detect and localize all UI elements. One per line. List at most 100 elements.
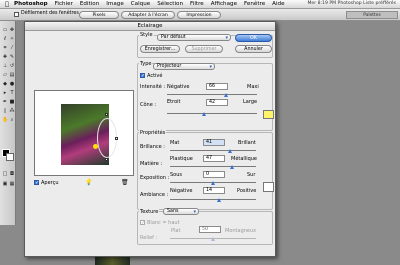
brush-tool-icon[interactable]: ✎ (9, 54, 15, 60)
standard-mode-icon[interactable]: □ (2, 171, 8, 177)
material-min-label: Plastique (170, 156, 193, 162)
delete-button: Supprimer (185, 45, 223, 53)
dodge-tool-icon[interactable]: ● (9, 81, 15, 87)
gloss-min-label: Mat (170, 140, 180, 146)
eraser-tool-icon[interactable]: ▱ (2, 72, 8, 78)
scroll-all-windows-checkbox[interactable] (14, 12, 19, 17)
gloss-field[interactable]: 41 (203, 139, 225, 146)
slice-tool-icon[interactable]: ⁄ (9, 45, 15, 51)
hand-tool-icon[interactable]: ✋ (2, 117, 8, 123)
type-tool-icon[interactable]: T (9, 90, 15, 96)
ambience-slider-knob[interactable] (216, 198, 221, 202)
menu-selection[interactable]: Sélection (157, 1, 183, 7)
move-tool-icon[interactable]: ✥ (9, 27, 15, 33)
ellipse-handle-bottom[interactable] (105, 158, 108, 161)
intensity-min-label: Négative (167, 84, 190, 90)
gradient-tool-icon[interactable]: ▤ (9, 72, 15, 78)
blur-tool-icon[interactable]: ◆ (2, 81, 8, 87)
options-bar: Défilement des fenêtres Pixels Adapter à… (0, 9, 400, 21)
preview-checkbox[interactable]: ✓ (34, 180, 39, 186)
material-label: Matière : (140, 161, 163, 167)
marquee-tool-icon[interactable]: ▭ (2, 27, 8, 33)
healing-tool-icon[interactable]: ✚ (2, 54, 8, 60)
style-label: Style (139, 32, 154, 38)
material-field[interactable]: 47 (203, 155, 225, 162)
menu-fenetre[interactable]: Fenêtre (244, 1, 265, 7)
gloss-slider-knob[interactable] (227, 149, 232, 153)
exposure-max-label: Sur (247, 172, 256, 178)
actual-pixels-button[interactable]: Pixels (79, 11, 119, 19)
ellipse-handle-side[interactable] (115, 137, 118, 140)
spotlight-ellipse[interactable] (97, 118, 117, 158)
menu-fichier[interactable]: Fichier (55, 1, 73, 7)
light-color-swatch[interactable] (263, 110, 274, 119)
trash-icon[interactable]: 🗑 (121, 179, 129, 186)
cone-field[interactable]: 42 (206, 99, 228, 106)
cone-slider-knob[interactable] (202, 112, 207, 116)
menu-affichage[interactable]: Affichage (211, 1, 237, 7)
exposure-label: Exposition : (140, 175, 170, 181)
material-slider-knob[interactable] (230, 165, 235, 169)
relief-field: 50 (199, 226, 221, 233)
menu-photoshop[interactable]: Photoshop (14, 1, 48, 7)
material-color-swatch[interactable] (263, 182, 274, 192)
apple-icon[interactable]:  (0, 1, 14, 8)
menu-filtre[interactable]: Filtre (190, 1, 204, 7)
ok-button[interactable]: OK (235, 34, 272, 42)
ambience-label: Ambiance : (140, 192, 169, 198)
notes-tool-icon[interactable]: ▯ (2, 108, 8, 114)
gloss-slider-track[interactable] (170, 150, 256, 151)
palette-well[interactable]: Palettes (346, 11, 398, 19)
light-on-checkbox[interactable]: ✓ (140, 73, 145, 79)
exposure-slider-knob[interactable] (210, 181, 215, 185)
light-bulb-icon[interactable]: 💡 (85, 179, 92, 186)
light-type-select[interactable]: Projecteur (153, 63, 215, 70)
crop-tool-icon[interactable]: ⌗ (2, 45, 8, 51)
cone-slider-track[interactable] (167, 113, 257, 114)
menubar-status: Mer 8:19 PM Photoshop Liste préfférés (307, 1, 396, 6)
shape-tool-icon[interactable]: ■ (9, 99, 15, 105)
texture-value: Sans (167, 209, 179, 214)
cone-label: Cône : (140, 102, 157, 108)
ambience-max-label: Positive (237, 188, 257, 194)
style-select[interactable]: Par défaut (157, 34, 231, 41)
texture-select[interactable]: Sans (163, 208, 199, 215)
background-color-swatch[interactable] (6, 153, 14, 161)
save-button[interactable]: Enregistrer... (140, 45, 180, 53)
pen-tool-icon[interactable]: ✒ (2, 99, 8, 105)
fit-screen-button[interactable]: Adapter à l'écran (121, 11, 175, 19)
intensity-max-label: Maxi (247, 84, 259, 90)
stamp-tool-icon[interactable]: ⊥ (2, 63, 8, 69)
ambience-slider-track[interactable] (170, 199, 256, 200)
path-select-tool-icon[interactable]: ▸ (2, 90, 8, 96)
history-brush-tool-icon[interactable]: ↺ (9, 63, 15, 69)
ambience-field[interactable]: 14 (203, 187, 225, 194)
eyedropper-tool-icon[interactable]: ⁂ (9, 108, 15, 114)
magic-wand-tool-icon[interactable]: ✧ (9, 36, 15, 42)
print-size-button[interactable]: Impression (177, 11, 221, 19)
lasso-tool-icon[interactable]: ℓ (2, 36, 8, 42)
intensity-slider-knob[interactable] (223, 93, 228, 97)
preview-pane[interactable] (34, 90, 134, 176)
ellipse-handle-top[interactable] (105, 113, 108, 116)
menu-edition[interactable]: Edition (80, 1, 99, 7)
relief-max-label: Montagneux (225, 228, 257, 234)
menu-calque[interactable]: Calque (131, 1, 150, 7)
intensity-field[interactable]: 66 (206, 83, 228, 90)
gloss-max-label: Brillant (238, 140, 256, 146)
cone-max-label: Large (243, 99, 258, 105)
ambience-min-label: Négative (170, 188, 193, 194)
zoom-tool-icon[interactable]: ⌕ (9, 117, 15, 123)
white-is-high-checkbox: ✓ (140, 220, 146, 226)
material-slider-track[interactable] (170, 166, 256, 167)
quick-mask-icon[interactable]: ◘ (9, 171, 15, 177)
menu-aide[interactable]: Aide (272, 1, 284, 7)
screen-mode-icon[interactable]: ▣ (2, 181, 8, 187)
exposure-field[interactable]: 0 (203, 171, 225, 178)
fullscreen-mode-icon[interactable]: ▦ (9, 181, 15, 187)
menu-image[interactable]: Image (106, 1, 124, 7)
intensity-slider-track[interactable] (167, 94, 257, 95)
cancel-button[interactable]: Annuler (235, 45, 272, 53)
properties-label: Propriétés (139, 130, 167, 136)
white-is-high-label: Blanc = haut (147, 220, 180, 226)
